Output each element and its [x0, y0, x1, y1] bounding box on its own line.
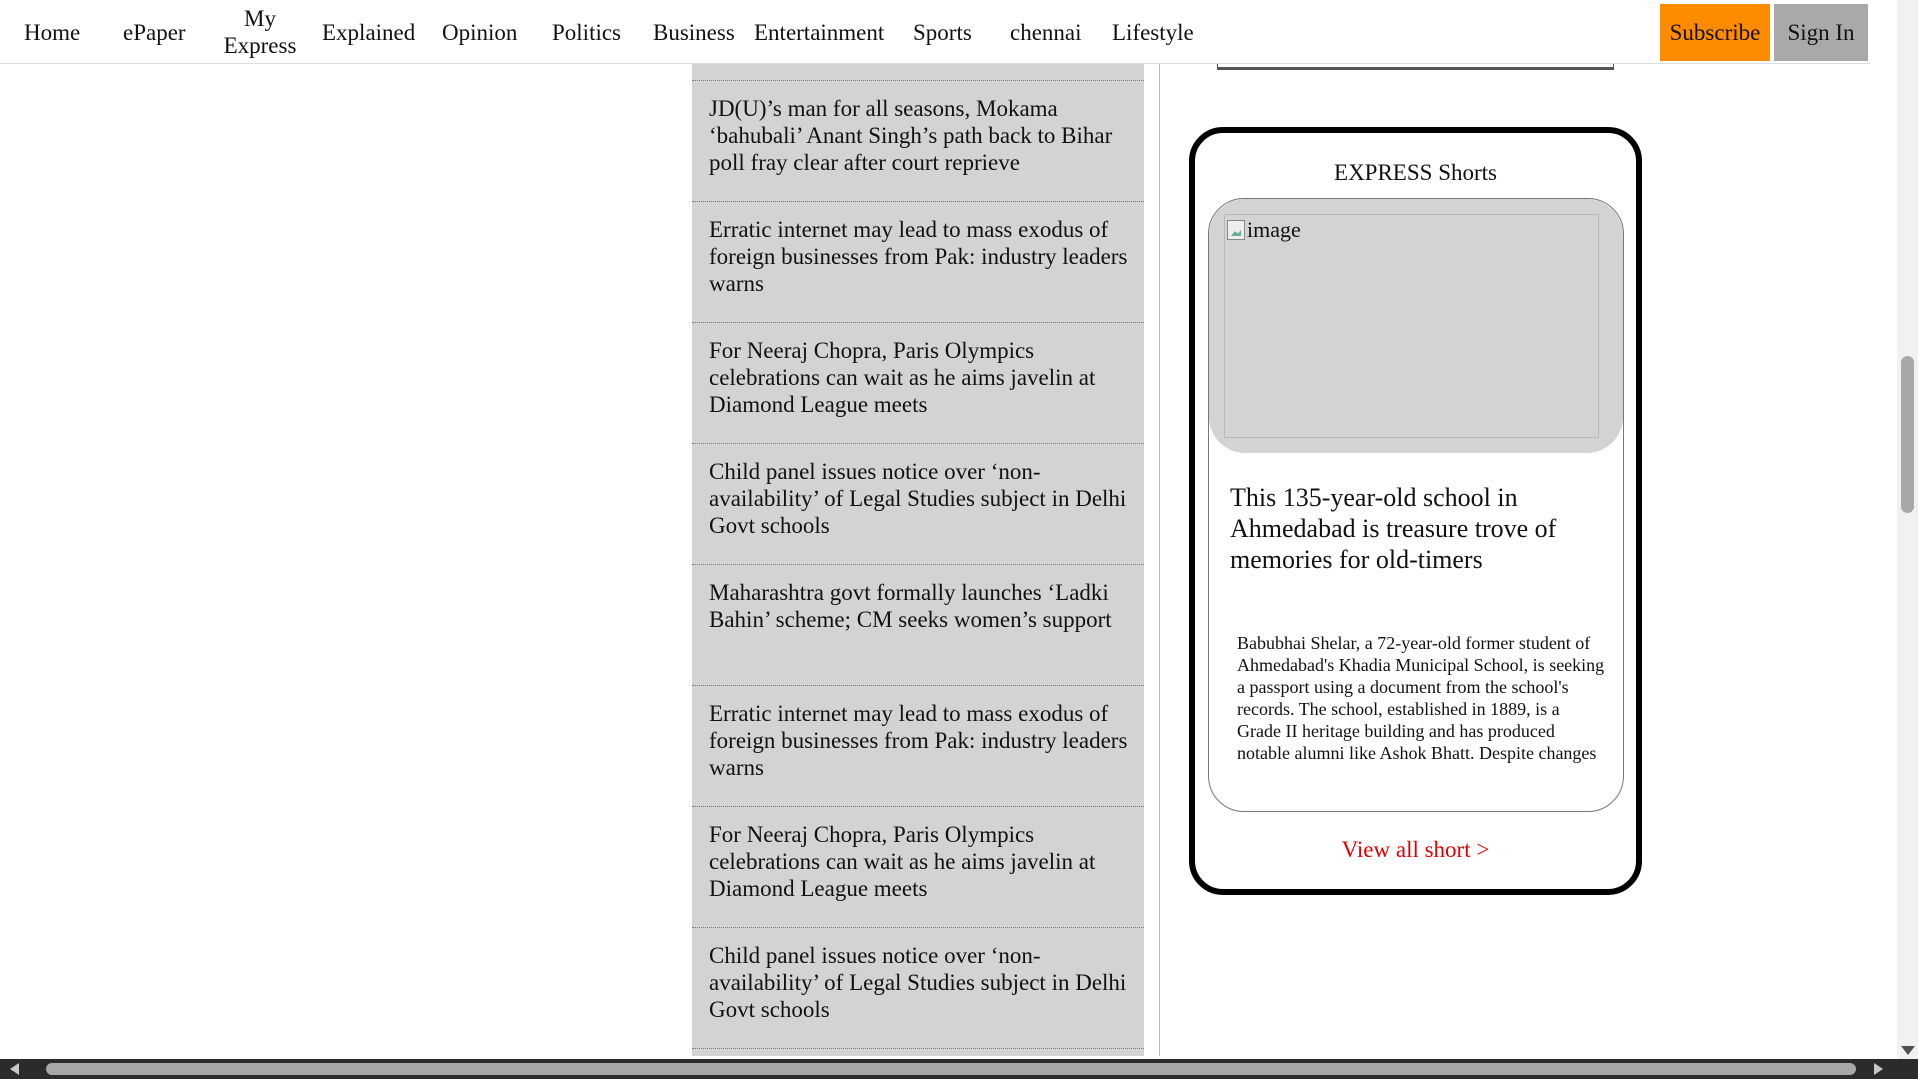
- nav-item-sports[interactable]: Sports: [913, 0, 972, 64]
- nav-item-explained[interactable]: Explained: [322, 0, 415, 64]
- nav-item-politics[interactable]: Politics: [552, 0, 621, 64]
- express-shorts-widget: EXPRESS Shorts image This 135-year-old s…: [1189, 127, 1642, 895]
- view-all-shorts-link[interactable]: View all short >: [1195, 837, 1636, 863]
- nav-item-lifestyle[interactable]: Lifestyle: [1112, 0, 1194, 64]
- vertical-scrollbar-thumb[interactable]: [1901, 356, 1914, 513]
- news-list-item[interactable]: Child panel issues notice over ‘non-avai…: [692, 444, 1144, 565]
- shorts-card[interactable]: image This 135-year-old school in Ahmeda…: [1208, 198, 1624, 812]
- shorts-image[interactable]: image: [1224, 214, 1599, 438]
- nav-item-entertainment[interactable]: Entertainment: [754, 0, 884, 64]
- news-list-item[interactable]: Child panel issues notice over ‘non-avai…: [692, 928, 1144, 1049]
- nav-item-business[interactable]: Business: [653, 0, 735, 64]
- image-alt-text: image: [1247, 217, 1301, 242]
- news-list-item[interactable]: For Neeraj Chopra, Paris Olympics celebr…: [692, 323, 1144, 444]
- news-list-item[interactable]: Maharashtra govt formally launches ‘Ladk…: [692, 565, 1144, 686]
- subscribe-button[interactable]: Subscribe: [1660, 4, 1770, 61]
- news-list: JD(U)’s man for all seasons, Mokama ‘bah…: [692, 64, 1144, 1056]
- news-list-item[interactable]: JD(U)’s man for all seasons, Mokama ‘bah…: [692, 81, 1144, 202]
- shorts-summary: Babubhai Shelar, a 72-year-old former st…: [1237, 633, 1605, 763]
- nav-item-epaper[interactable]: ePaper: [123, 0, 186, 64]
- column-divider: [1159, 64, 1160, 1056]
- news-list-item[interactable]: Erratic internet may lead to mass exodus…: [692, 202, 1144, 323]
- broken-image-placeholder: image: [1227, 217, 1301, 243]
- scroll-left-arrow-icon[interactable]: [10, 1063, 19, 1075]
- horizontal-scrollbar[interactable]: [0, 1059, 1918, 1079]
- news-list-item[interactable]: For Neeraj Chopra, Paris Olympics celebr…: [692, 807, 1144, 928]
- top-navigation: Home ePaper My Express Explained Opinion…: [0, 0, 1870, 64]
- news-list-top-edge: [692, 64, 1144, 81]
- nav-item-chennai[interactable]: chennai: [1010, 0, 1082, 64]
- news-list-item[interactable]: Erratic internet may lead to mass exodus…: [692, 686, 1144, 807]
- broken-image-icon: [1227, 220, 1245, 240]
- vertical-scrollbar[interactable]: [1897, 0, 1918, 1059]
- horizontal-scrollbar-thumb[interactable]: [46, 1063, 1856, 1075]
- scroll-right-arrow-icon[interactable]: [1874, 1063, 1883, 1075]
- scroll-down-arrow-icon[interactable]: [1901, 1046, 1915, 1055]
- nav-item-my-express[interactable]: My Express: [215, 0, 305, 64]
- shorts-headline[interactable]: This 135-year-old school in Ahmedabad is…: [1230, 482, 1610, 575]
- shorts-card-media: image: [1209, 199, 1623, 453]
- sign-in-button[interactable]: Sign In: [1774, 4, 1868, 61]
- shorts-title: EXPRESS Shorts: [1334, 160, 1497, 185]
- nav-item-home[interactable]: Home: [24, 0, 80, 64]
- nav-item-opinion[interactable]: Opinion: [442, 0, 517, 64]
